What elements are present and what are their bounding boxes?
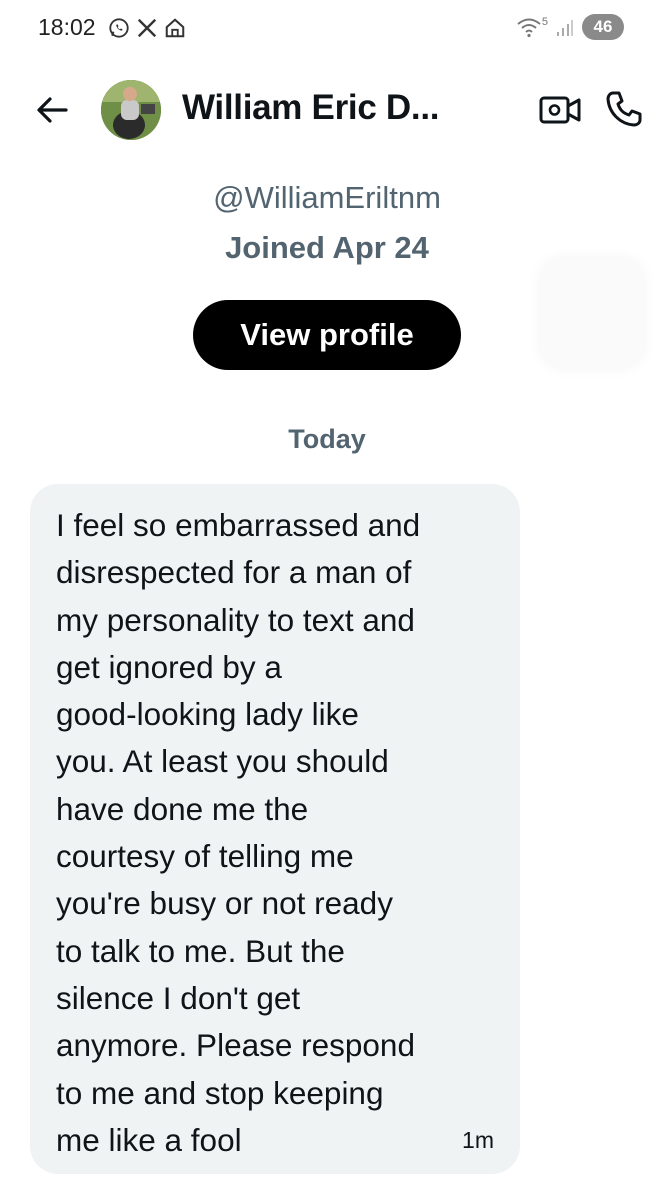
battery-level: 46 xyxy=(593,17,613,36)
message-timestamp: 1m xyxy=(462,1127,494,1153)
message-text: I feel so embarrassed and disrespected f… xyxy=(56,507,421,1158)
status-right-group: 5 46 xyxy=(516,14,624,40)
status-time: 18:02 xyxy=(38,14,96,40)
profile-handle: @WilliamEriltnm xyxy=(213,180,441,215)
signal-badge: 5 xyxy=(541,16,548,28)
dm-screen: 18:02 5 46 William Eric D... @WilliamEri… xyxy=(0,0,654,1200)
signal-icon xyxy=(557,20,573,36)
wifi-icon xyxy=(517,18,541,38)
home-app-icon xyxy=(165,18,185,38)
date-separator: Today xyxy=(288,424,366,454)
avatar[interactable] xyxy=(101,80,161,140)
conversation-title[interactable]: William Eric D... xyxy=(182,88,439,128)
whatsapp-icon xyxy=(109,18,129,38)
battery-icon: 46 xyxy=(582,14,624,40)
back-arrow-icon[interactable] xyxy=(32,90,72,130)
view-profile-button[interactable]: View profile xyxy=(193,300,461,370)
status-app-icons xyxy=(108,17,186,39)
message-bubble[interactable]: I feel so embarrassed and disrespected f… xyxy=(30,484,520,1174)
faded-overlay-card xyxy=(540,258,644,368)
avatar-photo xyxy=(101,80,161,140)
video-call-icon[interactable] xyxy=(538,92,582,128)
x-logo-icon xyxy=(137,18,157,38)
phone-icon[interactable] xyxy=(604,89,644,129)
conversation-header: William Eric D... xyxy=(0,70,654,148)
status-bar: 18:02 5 46 xyxy=(0,0,654,60)
